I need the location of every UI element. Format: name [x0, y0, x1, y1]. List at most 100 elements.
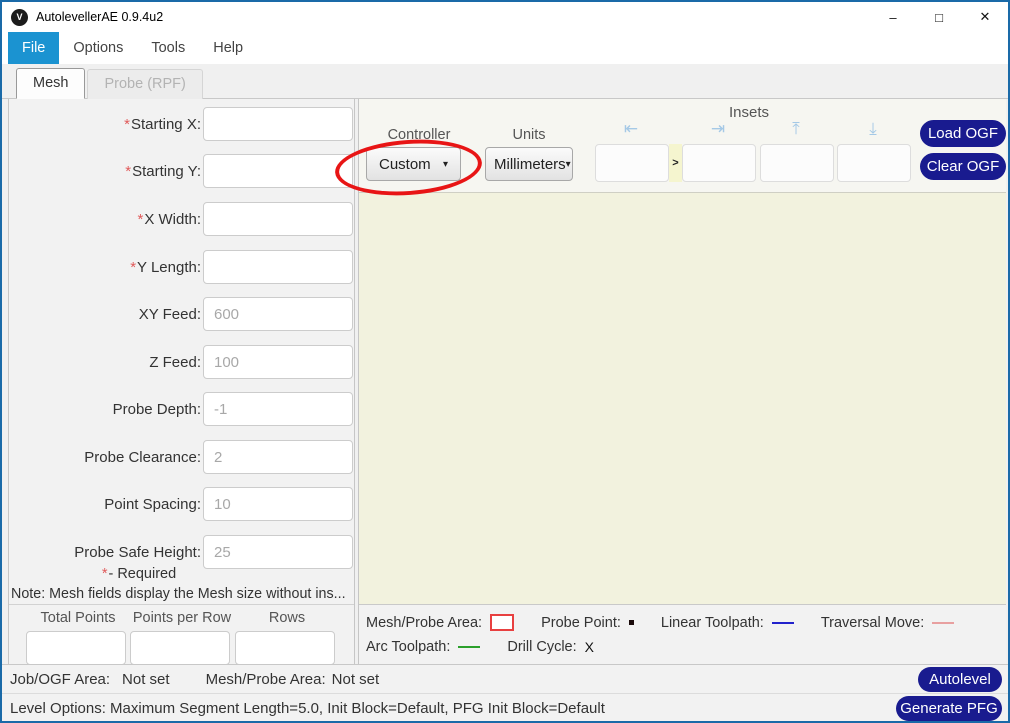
probe-clearance-input[interactable]	[203, 440, 353, 474]
tab-mesh[interactable]: Mesh	[16, 68, 85, 99]
legend-linear-toolpath: Linear Toolpath:	[661, 615, 794, 631]
autolevel-button[interactable]: Autolevel	[918, 667, 1002, 692]
form-row: *Starting X:	[9, 107, 354, 141]
x-width-input[interactable]	[203, 202, 353, 236]
menu-tools[interactable]: Tools	[137, 32, 199, 64]
label-text: Probe Clearance:	[84, 449, 201, 466]
starting-x-label: *Starting X:	[9, 107, 201, 141]
mesh-settings-panel: *Starting X: *Starting Y: *X Width: *Y L…	[8, 99, 355, 664]
label-text: Probe Safe Height:	[74, 544, 201, 561]
minimize-icon: –	[889, 10, 896, 25]
probe-clearance-label: Probe Clearance:	[9, 440, 201, 474]
legend-label: Linear Toolpath:	[661, 615, 764, 631]
label-text: Starting X:	[131, 116, 201, 133]
label-text: Point Spacing:	[104, 496, 201, 513]
inset-right-input[interactable]	[682, 144, 756, 182]
arc-toolpath-swatch	[458, 646, 480, 648]
total-points-input[interactable]	[26, 631, 126, 664]
points-per-row-input[interactable]	[130, 631, 230, 664]
inset-separator: >	[669, 144, 682, 182]
tab-strip: Mesh Probe (RPF)	[2, 64, 1008, 99]
form-row: *Starting Y:	[9, 154, 354, 188]
legend-row-2: Arc Toolpath: Drill Cycle: X	[366, 639, 621, 655]
starting-y-input[interactable]	[203, 154, 353, 188]
z-feed-input[interactable]	[203, 345, 353, 379]
legend-row-1: Mesh/Probe Area: Probe Point: Linear Too…	[366, 614, 981, 631]
total-points-header: Total Points	[26, 610, 130, 626]
tab-probe-rpf: Probe (RPF)	[87, 69, 202, 99]
panel-divider	[9, 604, 354, 605]
clear-ogf-button[interactable]: Clear OGF	[920, 153, 1006, 180]
menu-file[interactable]: File	[8, 32, 59, 64]
legend-traversal-move: Traversal Move:	[821, 615, 954, 631]
z-feed-label: Z Feed:	[9, 345, 201, 379]
inset-bottom-icon: ⤓	[858, 119, 888, 139]
controller-label: Controller	[369, 127, 469, 143]
maximize-button[interactable]: □	[916, 2, 962, 32]
legend-label: Mesh/Probe Area:	[366, 615, 482, 631]
load-ogf-button[interactable]: Load OGF	[920, 120, 1006, 147]
menu-options[interactable]: Options	[59, 32, 137, 64]
controller-dropdown[interactable]: Custom ▾	[366, 147, 461, 181]
insets-label: Insets	[649, 104, 849, 121]
label-text: Starting Y:	[132, 163, 201, 180]
drill-cycle-swatch: X	[585, 639, 594, 655]
job-ogf-area-label: Job/OGF Area:	[10, 671, 110, 688]
probe-point-swatch	[629, 620, 634, 625]
x-width-label: *X Width:	[9, 202, 201, 236]
status-bar: Job/OGF Area: Not set Mesh/Probe Area: N…	[2, 664, 1008, 721]
inset-top-input[interactable]	[760, 144, 834, 182]
probe-safe-height-input[interactable]	[203, 535, 353, 569]
units-label: Units	[481, 127, 577, 143]
probe-safe-height-label: Probe Safe Height:	[9, 535, 201, 569]
toolpath-preview-canvas[interactable]	[359, 192, 1006, 604]
xy-feed-label: XY Feed:	[9, 297, 201, 331]
linear-toolpath-swatch	[772, 622, 794, 624]
legend-label: Probe Point:	[541, 615, 621, 631]
menu-bar: File Options Tools Help	[2, 32, 1008, 64]
rows-input[interactable]	[235, 631, 335, 664]
starting-y-label: *Starting Y:	[9, 154, 201, 188]
required-asterisk: *	[137, 211, 143, 228]
status-row-areas: Job/OGF Area: Not set Mesh/Probe Area: N…	[2, 665, 1008, 694]
app-icon-glyph: V	[16, 12, 22, 22]
y-length-input[interactable]	[203, 250, 353, 284]
menu-help[interactable]: Help	[199, 32, 257, 64]
point-spacing-input[interactable]	[203, 487, 353, 521]
close-button[interactable]: ✕	[962, 2, 1008, 32]
required-asterisk: *	[125, 163, 131, 180]
form-row: XY Feed:	[9, 297, 354, 331]
maximize-icon: □	[935, 10, 943, 25]
inset-bottom-input[interactable]	[837, 144, 911, 182]
probe-depth-input[interactable]	[203, 392, 353, 426]
units-dropdown[interactable]: Millimeters ▾	[485, 147, 573, 181]
generate-pfg-button[interactable]: Generate PFG	[896, 696, 1002, 721]
inset-left-input[interactable]	[595, 144, 669, 182]
controller-value: Custom	[379, 156, 431, 173]
preview-panel: Controller Custom ▾ Units Millimeters ▾ …	[358, 99, 1006, 664]
label-text: Probe Depth:	[113, 401, 201, 418]
required-asterisk: *	[102, 566, 108, 582]
rows-header: Rows	[235, 610, 339, 626]
form-row: Z Feed:	[9, 345, 354, 379]
point-spacing-label: Point Spacing:	[9, 487, 201, 521]
form-row: Probe Safe Height:	[9, 535, 354, 569]
units-value: Millimeters	[494, 156, 566, 173]
inset-left-icon: ⇤	[616, 119, 646, 139]
status-row-level-options: Level Options: Maximum Segment Length=5.…	[2, 695, 1008, 722]
legend-arc-toolpath: Arc Toolpath:	[366, 639, 480, 655]
window-title: AutolevellerAE 0.9.4u2	[36, 10, 163, 24]
required-note: *- Required	[9, 566, 269, 582]
legend-label: Traversal Move:	[821, 615, 924, 631]
mesh-probe-area-value: Not set	[332, 671, 380, 688]
starting-x-input[interactable]	[203, 107, 353, 141]
window-controls: – □ ✕	[870, 2, 1008, 32]
form-row: Probe Clearance:	[9, 440, 354, 474]
level-options-text: Level Options: Maximum Segment Length=5.…	[10, 700, 605, 717]
label-text: Y Length:	[137, 259, 201, 276]
xy-feed-input[interactable]	[203, 297, 353, 331]
inset-top-icon: ⤒	[781, 119, 811, 139]
title-bar: V AutolevellerAE 0.9.4u2 – □ ✕	[2, 2, 1008, 32]
minimize-button[interactable]: –	[870, 2, 916, 32]
inset-right-icon: ⇥	[703, 119, 733, 139]
